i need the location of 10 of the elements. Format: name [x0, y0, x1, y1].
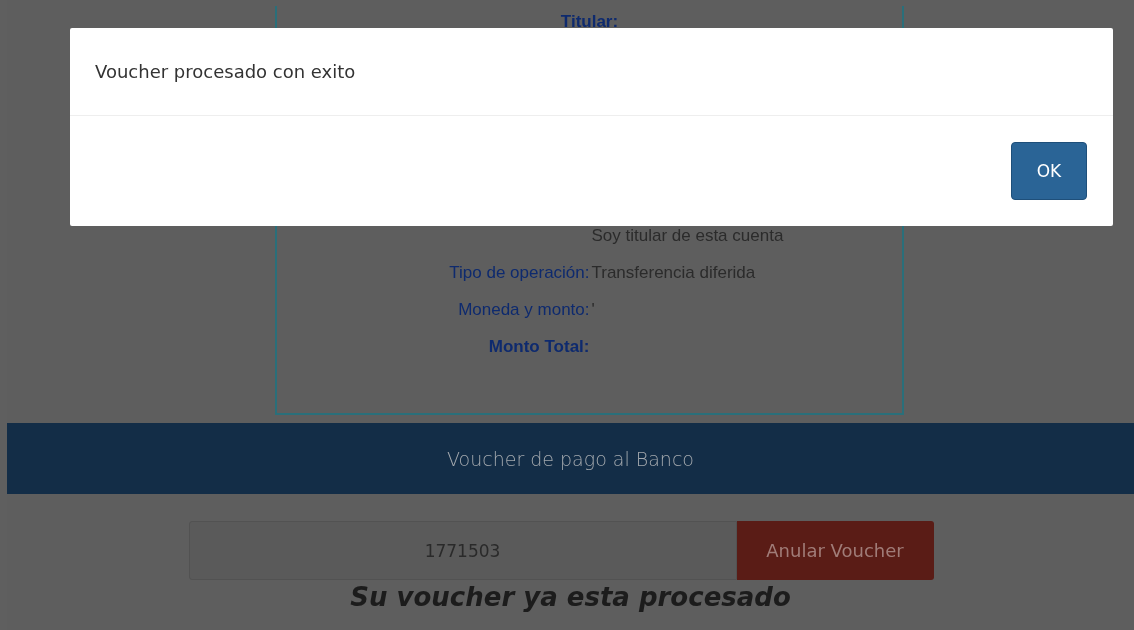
field-value: ' [590, 300, 596, 320]
field-label: Monto Total: [487, 337, 590, 357]
field-label: Moneda y monto: [457, 300, 590, 320]
field-label: Titular: [560, 12, 619, 32]
ok-button[interactable]: OK [1011, 142, 1087, 200]
status-message: Su voucher ya esta procesado [350, 582, 791, 612]
dialog-message: Voucher procesado con exito [95, 61, 356, 82]
section-title: Voucher de pago al Banco [447, 447, 694, 470]
field-label: Tipo de operación: [448, 263, 590, 283]
cancel-voucher-button[interactable]: Anular Voucher [736, 521, 934, 580]
